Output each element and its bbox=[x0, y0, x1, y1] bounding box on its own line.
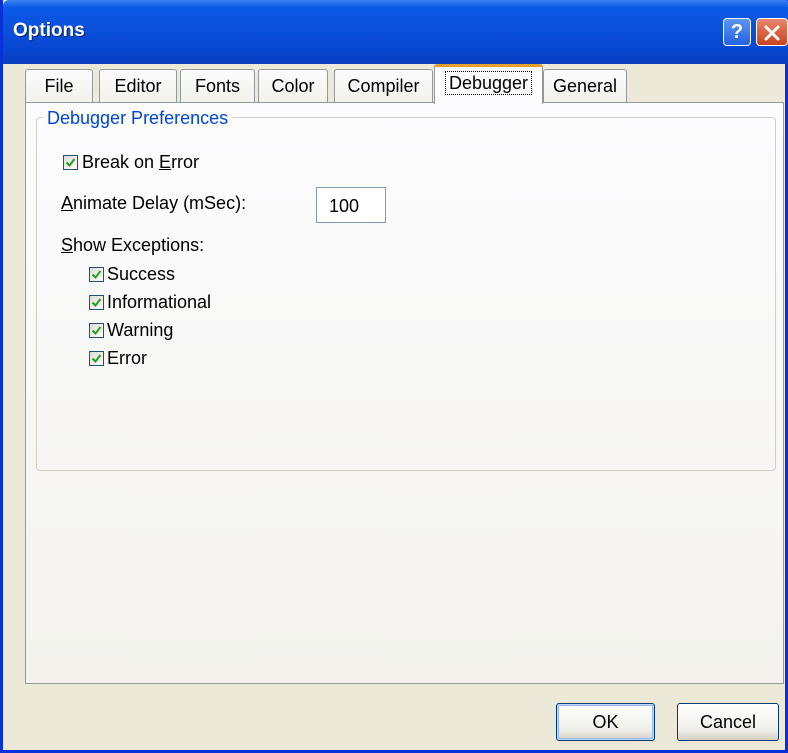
close-button[interactable] bbox=[756, 18, 788, 46]
ok-button[interactable]: OK bbox=[556, 703, 655, 741]
warning-checkbox[interactable] bbox=[89, 323, 104, 338]
window-title: Options bbox=[13, 20, 85, 41]
tab-color[interactable]: Color bbox=[258, 69, 328, 103]
checkmark-icon bbox=[91, 270, 102, 280]
debugger-preferences-group: Debugger Preferences Break on Error Anim… bbox=[36, 108, 776, 471]
warning-label[interactable]: Warning bbox=[107, 320, 173, 341]
animate-delay-input[interactable]: 100 bbox=[316, 187, 386, 223]
tab-file[interactable]: File bbox=[25, 69, 93, 103]
help-button[interactable]: ? bbox=[723, 18, 751, 46]
debugger-tab-panel: Debugger Preferences Break on Error Anim… bbox=[25, 102, 784, 684]
close-icon bbox=[764, 25, 780, 41]
tab-compiler[interactable]: Compiler bbox=[334, 69, 433, 103]
checkmark-icon bbox=[65, 158, 76, 168]
error-label[interactable]: Error bbox=[107, 348, 147, 369]
informational-checkbox[interactable] bbox=[89, 295, 104, 310]
tab-general[interactable]: General bbox=[543, 69, 627, 103]
cancel-button[interactable]: Cancel bbox=[677, 703, 779, 741]
error-checkbox[interactable] bbox=[89, 351, 104, 366]
group-title: Debugger Preferences bbox=[43, 108, 233, 129]
break-on-error-checkbox[interactable] bbox=[63, 155, 78, 170]
checkmark-icon bbox=[91, 298, 102, 308]
show-exceptions-label: Show Exceptions: bbox=[61, 235, 205, 255]
success-label[interactable]: Success bbox=[107, 264, 175, 285]
break-on-error-label[interactable]: Break on Error bbox=[82, 152, 199, 173]
tab-debugger[interactable]: Debugger bbox=[434, 64, 543, 104]
tab-editor[interactable]: Editor bbox=[99, 69, 177, 103]
success-checkbox[interactable] bbox=[89, 267, 104, 282]
title-bar[interactable]: Options ? bbox=[3, 0, 788, 64]
informational-label[interactable]: Informational bbox=[107, 292, 211, 313]
options-dialog: Options ? File Editor Fonts Color Compil… bbox=[0, 0, 788, 753]
animate-delay-label: Animate Delay (mSec): bbox=[61, 193, 247, 213]
help-icon: ? bbox=[730, 21, 744, 43]
checkmark-icon bbox=[91, 326, 102, 336]
checkmark-icon bbox=[91, 354, 102, 364]
tab-fonts[interactable]: Fonts bbox=[180, 69, 255, 103]
